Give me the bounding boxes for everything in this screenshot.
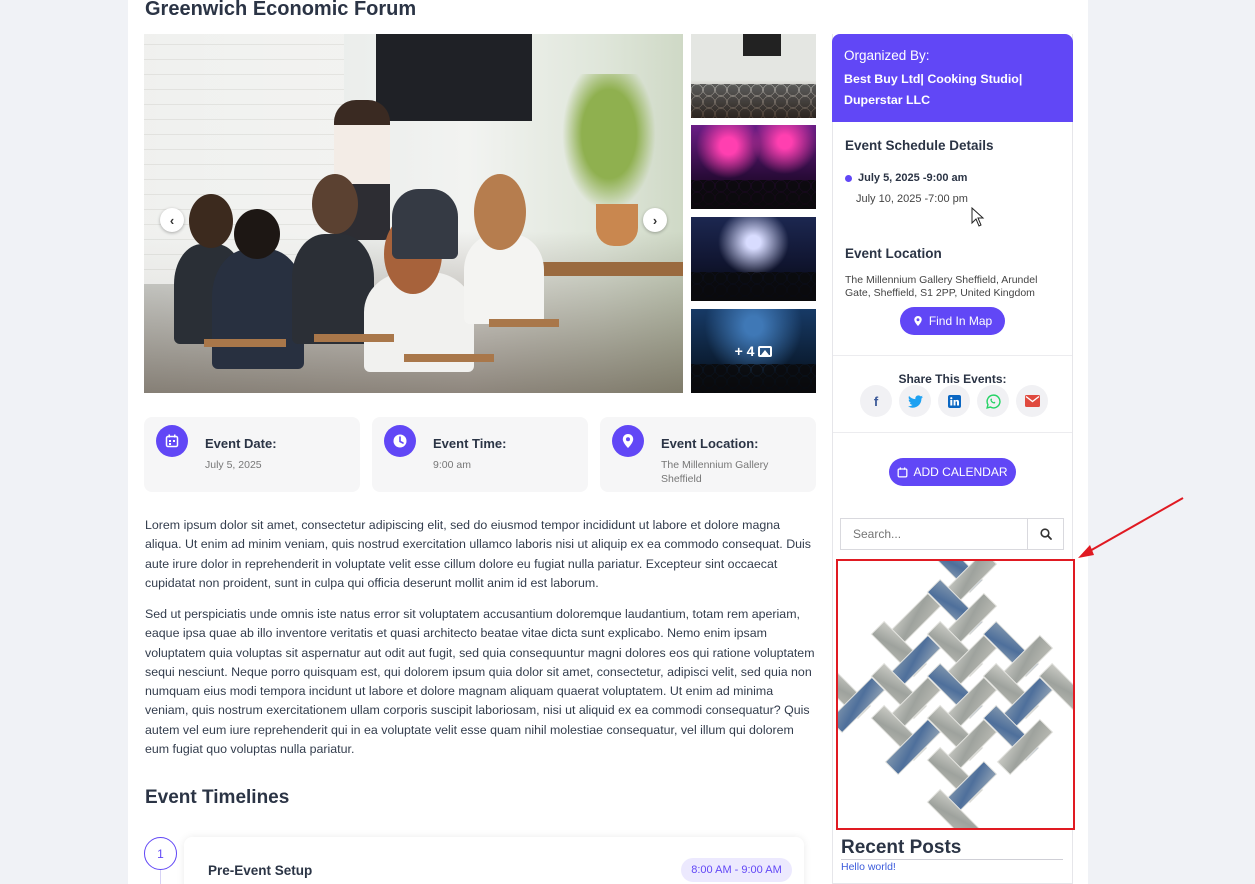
more-count: + 4 — [734, 343, 755, 359]
search-button[interactable] — [1027, 519, 1063, 549]
divider — [833, 355, 1072, 356]
card-value: The Millennium Gallery Sheffield — [661, 459, 769, 485]
search-box — [840, 518, 1064, 550]
gallery-thumbnail[interactable] — [691, 217, 816, 301]
page-title: Greenwich Economic Forum — [145, 0, 417, 20]
card-value: July 5, 2025 — [205, 459, 262, 471]
event-location-card: Event Location: The Millennium Gallery S… — [600, 417, 816, 492]
timeline-connector — [160, 870, 161, 884]
share-buttons: f — [860, 385, 1048, 417]
gallery-main-image[interactable]: ‹ › — [144, 34, 683, 393]
gallery-thumbnail[interactable] — [691, 125, 816, 209]
event-date-card: Event Date: July 5, 2025 — [144, 417, 360, 492]
schedule-title: Event Schedule Details — [845, 138, 994, 153]
card-label: Event Location: — [661, 436, 759, 451]
bullet-dot-icon — [845, 174, 852, 182]
gallery-prev-button[interactable]: ‹ — [160, 208, 184, 232]
add-calendar-button[interactable]: ADD CALENDAR — [889, 458, 1016, 486]
organizer-panel: Organized By: Best Buy Ltd| Cooking Stud… — [832, 34, 1073, 122]
description-paragraph: Lorem ipsum dolor sit amet, consectetur … — [145, 518, 811, 590]
divider — [833, 432, 1072, 433]
schedule-start: July 5, 2025 -9:00 am — [845, 172, 967, 184]
gallery-thumbnail[interactable] — [691, 34, 816, 118]
linkedin-icon[interactable] — [938, 385, 970, 417]
timeline-item-title: Pre-Event Setup — [208, 863, 313, 878]
clock-icon — [384, 425, 416, 457]
calendar-icon — [898, 466, 908, 477]
card-value: 9:00 am — [433, 459, 471, 471]
location-pin-icon — [612, 425, 644, 457]
description-paragraph: Sed ut perspiciatis unde omnis iste natu… — [145, 607, 815, 757]
event-time-card: Event Time: 9:00 am — [372, 417, 588, 492]
gallery-more-thumbnail[interactable]: + 4 — [691, 309, 816, 393]
email-icon[interactable] — [1016, 385, 1048, 417]
card-label: Event Time: — [433, 436, 507, 451]
facebook-icon[interactable]: f — [860, 385, 892, 417]
schedule-end: July 10, 2025 -7:00 pm — [856, 193, 968, 205]
timeline-item[interactable]: Pre-Event Setup 8:00 AM - 9:00 AM — [184, 837, 804, 884]
mouse-cursor-icon — [971, 207, 985, 227]
organized-label: Organized By: — [844, 48, 930, 63]
search-input[interactable] — [841, 519, 1027, 549]
find-in-map-button[interactable]: Find In Map — [900, 307, 1005, 335]
image-icon — [758, 345, 773, 357]
whatsapp-icon[interactable] — [977, 385, 1009, 417]
calendar-icon — [156, 425, 188, 457]
location-pin-icon — [914, 316, 922, 326]
organizers-list[interactable]: Best Buy Ltd| Cooking Studio| Duperstar … — [844, 69, 1061, 111]
timelines-title: Event Timelines — [145, 787, 290, 808]
location-address: The Millennium Gallery Sheffield, Arunde… — [845, 274, 1038, 299]
gallery-next-button[interactable]: › — [643, 208, 667, 232]
recent-post-link[interactable]: Hello world! — [841, 861, 896, 873]
timeline-step-number: 1 — [144, 837, 177, 870]
tile-image — [838, 561, 1073, 828]
search-icon — [1039, 528, 1052, 540]
timeline-item-time: 8:00 AM - 9:00 AM — [681, 858, 792, 882]
screen — [376, 34, 532, 121]
location-title: Event Location — [845, 246, 942, 261]
ad-image-herringbone-tile[interactable] — [836, 559, 1075, 830]
twitter-icon[interactable] — [899, 385, 931, 417]
divider — [841, 859, 1063, 860]
share-label: Share This Events: — [898, 372, 1007, 386]
card-label: Event Date: — [205, 436, 277, 451]
event-page: Greenwich Economic Forum ‹ › + 4 Event D… — [128, 0, 1088, 884]
recent-posts-title: Recent Posts — [841, 837, 962, 858]
